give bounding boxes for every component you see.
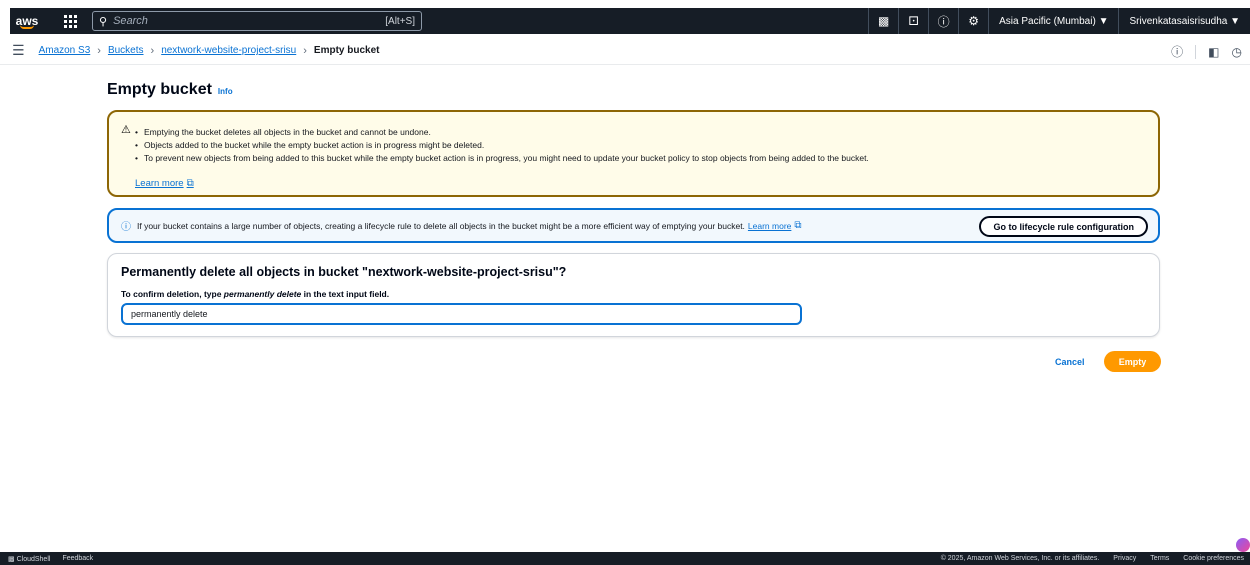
help-button[interactable]: ⓘ	[928, 8, 958, 34]
search-placeholder: Search	[113, 15, 148, 27]
help-icon: ⓘ	[937, 14, 950, 29]
terminal-icon: ▩	[877, 14, 890, 28]
footer-left: ▩ CloudShell Feedback	[0, 555, 93, 563]
cancel-button[interactable]: Cancel	[1047, 352, 1093, 372]
warning-icon: ⚠	[121, 124, 131, 136]
breadcrumb-buckets[interactable]: Buckets	[108, 45, 144, 56]
info-panel-icon[interactable]: ⓘ	[1171, 43, 1183, 60]
top-navigation: aws ⚲ Search [Alt+S] ▩ ⚀ ⓘ ⚙ Asia Pacifi…	[0, 0, 1250, 37]
lifecycle-rule-button[interactable]: Go to lifecycle rule configuration	[979, 216, 1148, 237]
panel-icon[interactable]: ◧	[1208, 45, 1219, 59]
terminal-icon: ▩	[8, 555, 15, 563]
page-tools: ⓘ ◧ ◷	[1171, 43, 1242, 60]
chevron-right-icon: ›	[150, 44, 155, 57]
search-icon: ⚲	[99, 15, 108, 28]
info-alert-text: If your bucket contains a large number o…	[137, 220, 745, 231]
account-menu[interactable]: Srivenkatasaisrisudha ▼	[1118, 8, 1250, 34]
gear-icon: ⚙	[968, 14, 979, 28]
breadcrumb-amazon-s3[interactable]: Amazon S3	[39, 45, 91, 56]
warning-item: Emptying the bucket deletes all objects …	[135, 126, 869, 139]
warning-item: To prevent new objects from being added …	[135, 152, 869, 165]
privacy-link[interactable]: Privacy	[1113, 555, 1136, 562]
cloudshell-button[interactable]: ▩	[868, 8, 898, 34]
top-navigation-bar: aws ⚲ Search [Alt+S] ▩ ⚀ ⓘ ⚙ Asia Pacifi…	[10, 8, 1250, 34]
aws-logo[interactable]: aws	[10, 8, 44, 34]
divider	[1195, 44, 1197, 59]
confirm-label-prefix: To confirm deletion, type	[121, 289, 224, 299]
page-header: Empty bucket Info	[107, 81, 233, 99]
copyright-text: © 2025, Amazon Web Services, Inc. or its…	[940, 555, 1100, 562]
footer-right: © 2025, Amazon Web Services, Inc. or its…	[941, 555, 1250, 562]
warning-learn-more-link[interactable]: Learn more ⧉	[135, 178, 194, 189]
grid-icon	[63, 14, 77, 28]
search-shortcut: [Alt+S]	[385, 15, 415, 27]
notifications-button[interactable]: ⚀	[898, 8, 928, 34]
learn-more-label: Learn more	[135, 178, 184, 189]
warning-item: Objects added to the bucket while the em…	[135, 139, 869, 152]
confirm-label-phrase: permanently delete	[223, 289, 302, 299]
info-link[interactable]: Info	[218, 87, 233, 96]
info-icon: ⓘ	[121, 222, 131, 233]
page-title: Empty bucket	[107, 81, 212, 98]
chevron-right-icon: ›	[97, 44, 101, 57]
empty-button[interactable]: Empty	[1104, 351, 1161, 372]
external-link-icon: ⧉	[794, 220, 802, 231]
region-selector[interactable]: Asia Pacific (Mumbai) ▼	[988, 8, 1118, 34]
warning-alert: ⚠ Emptying the bucket deletes all object…	[107, 110, 1160, 197]
breadcrumb-current: Empty bucket	[313, 45, 380, 56]
aws-smile-icon	[20, 25, 34, 29]
confirm-label: To confirm deletion, type permanently de…	[121, 289, 389, 299]
info-learn-more-link[interactable]: Learn more	[748, 221, 791, 231]
feedback-link[interactable]: Feedback	[62, 555, 93, 562]
settings-button[interactable]: ⚙	[958, 8, 988, 34]
cookie-preferences-link[interactable]: Cookie preferences	[1183, 555, 1244, 562]
services-menu-button[interactable]	[56, 8, 84, 34]
confirm-input[interactable]	[121, 303, 802, 325]
footer: ▩ CloudShell Feedback © 2025, Amazon Web…	[0, 552, 1250, 565]
cloudshell-label: CloudShell	[16, 555, 51, 563]
history-icon[interactable]: ◷	[1232, 45, 1242, 59]
top-icons: ▩ ⚀ ⓘ ⚙ Asia Pacific (Mumbai) ▼ Srivenka…	[868, 8, 1250, 34]
chevron-right-icon: ›	[303, 44, 307, 57]
confirm-panel: Permanently delete all objects in bucket…	[107, 253, 1160, 337]
breadcrumb-bucket-name[interactable]: nextwork-website-project-srisu	[161, 45, 296, 56]
terms-link[interactable]: Terms	[1150, 555, 1169, 562]
menu-icon[interactable]: ☰	[12, 42, 25, 59]
info-alert: ⓘ If your bucket contains a large number…	[107, 208, 1160, 243]
external-link-icon: ⧉	[186, 178, 194, 189]
confirm-heading: Permanently delete all objects in bucket…	[121, 265, 567, 279]
bell-icon: ⚀	[908, 14, 919, 28]
breadcrumb: ☰ Amazon S3 › Buckets › nextwork-website…	[0, 37, 1250, 65]
warning-list: Emptying the bucket deletes all objects …	[135, 126, 869, 165]
search-input[interactable]: ⚲ Search [Alt+S]	[92, 11, 422, 31]
cloudshell-link[interactable]: ▩ CloudShell	[8, 555, 50, 563]
assistant-icon[interactable]	[1236, 538, 1250, 552]
confirm-label-suffix: in the text input field.	[301, 289, 390, 299]
